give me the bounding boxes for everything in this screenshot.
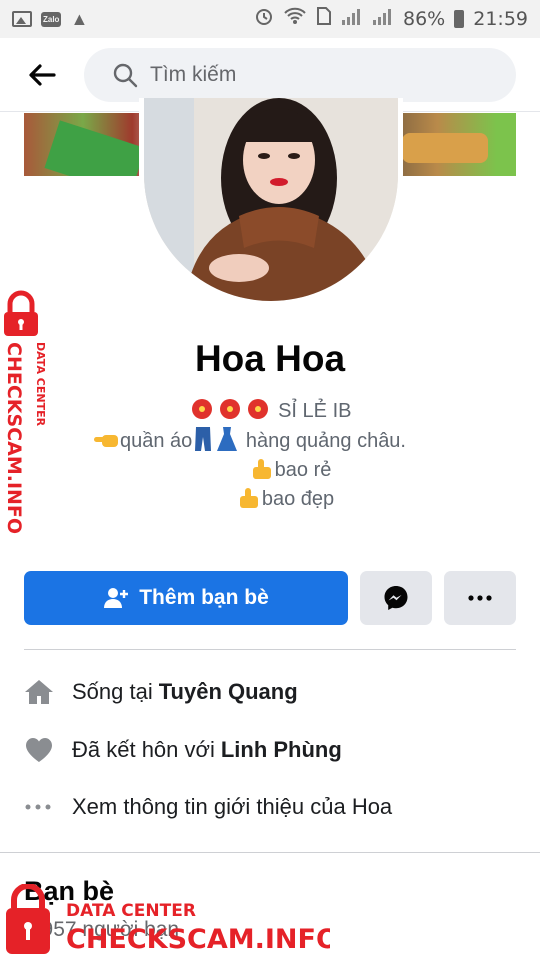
zalo-notification-icon: Zalo	[41, 11, 62, 27]
profile-avatar[interactable]	[139, 98, 403, 306]
watermark-brand: CHECKSCAM.INFO	[3, 342, 25, 534]
bio-text: bao đẹp	[261, 488, 335, 510]
wifi-icon	[283, 6, 307, 32]
bio-line: bao đẹp	[30, 485, 540, 514]
gallery-notification-icon	[12, 11, 32, 27]
info-lives-place: Tuyên Quang	[158, 679, 298, 704]
info-icon-wrap	[24, 804, 72, 810]
thumbs-up-icon	[252, 459, 271, 479]
bio-line: SỈ LẺ IB	[0, 397, 540, 426]
hibiscus-icon	[219, 399, 240, 419]
info-about-label: Xem thông tin giới thiệu của Hoa	[72, 794, 393, 819]
more-options-button[interactable]	[444, 571, 516, 625]
sim-icon	[316, 6, 332, 32]
cover-decor	[402, 133, 488, 163]
profile-name: Hoa Hoa	[194, 338, 346, 379]
signal-2-icon	[372, 6, 394, 32]
section-divider	[24, 649, 516, 650]
add-friend-button[interactable]: Thêm bạn bè	[24, 571, 348, 625]
watermark-tag: DATA CENTER	[66, 901, 196, 921]
clock: 21:59	[473, 8, 528, 30]
warning-icon: ▲	[70, 8, 89, 29]
status-bar: Zalo ▲ 86% 21:59	[0, 0, 540, 38]
watermark-side: CHECKSCAM.INFO DATA CENTER	[3, 290, 47, 534]
add-friend-icon	[104, 588, 129, 608]
watermark-bottom: DATA CENTER CHECKSCAM.INFO	[6, 884, 330, 955]
back-button[interactable]	[0, 38, 84, 112]
hibiscus-icon	[191, 399, 212, 419]
home-icon	[25, 680, 53, 704]
info-lives-prefix: Sống tại	[72, 679, 153, 704]
hibiscus-icon	[247, 399, 268, 419]
message-button[interactable]	[360, 571, 432, 625]
info-icon-wrap	[24, 678, 72, 706]
battery-icon	[454, 10, 465, 28]
search-icon	[113, 63, 138, 87]
info-relationship-name: Linh Phùng	[220, 737, 342, 762]
search-placeholder: Tìm kiếm	[150, 62, 237, 86]
status-system: 86% 21:59	[254, 6, 528, 32]
bio-text: SỈ LẺ IB	[278, 400, 352, 422]
more-dots-icon	[468, 595, 492, 601]
more-dots-icon	[25, 804, 51, 810]
watermark-tag: DATA CENTER	[34, 342, 47, 427]
bio-line: quần áo hàng quảng châu.	[0, 426, 540, 456]
back-arrow-icon	[29, 63, 56, 86]
bio-text: bao rẻ	[274, 459, 332, 481]
info-relationship[interactable]: Đã kết hôn với Linh Phùng	[24, 730, 516, 770]
info-see-about[interactable]: Xem thông tin giới thiệu của Hoa	[24, 787, 516, 827]
status-notifications: Zalo ▲	[12, 9, 88, 30]
dress-icon	[217, 427, 238, 451]
info-icon-wrap	[24, 736, 72, 764]
pointing-hand-icon	[93, 435, 118, 447]
add-friend-label: Thêm bạn bè	[139, 586, 269, 609]
bio-text: quần áo	[119, 430, 193, 452]
jeans-icon	[195, 427, 212, 451]
profile-bio: SỈ LẺ IB quần áo hàng quảng châu. bao rẻ…	[0, 397, 540, 514]
section-divider	[0, 852, 540, 853]
alarm-icon	[254, 6, 274, 32]
thumbs-up-icon	[239, 488, 258, 508]
cover-decor	[44, 120, 146, 176]
signal-1-icon	[341, 6, 363, 32]
heart-icon	[26, 738, 52, 762]
bio-line: bao rẻ	[40, 456, 540, 485]
info-lives-in[interactable]: Sống tại Tuyên Quang	[24, 672, 516, 712]
info-relationship-prefix: Đã kết hôn với	[72, 737, 215, 762]
watermark-brand: CHECKSCAM.INFO	[66, 924, 330, 955]
battery-percent: 86%	[403, 8, 446, 30]
profile-actions: Thêm bạn bè	[24, 571, 516, 625]
bio-text: hàng quảng châu.	[245, 430, 406, 452]
messenger-icon	[384, 586, 408, 610]
search-input[interactable]: Tìm kiếm	[84, 47, 516, 102]
